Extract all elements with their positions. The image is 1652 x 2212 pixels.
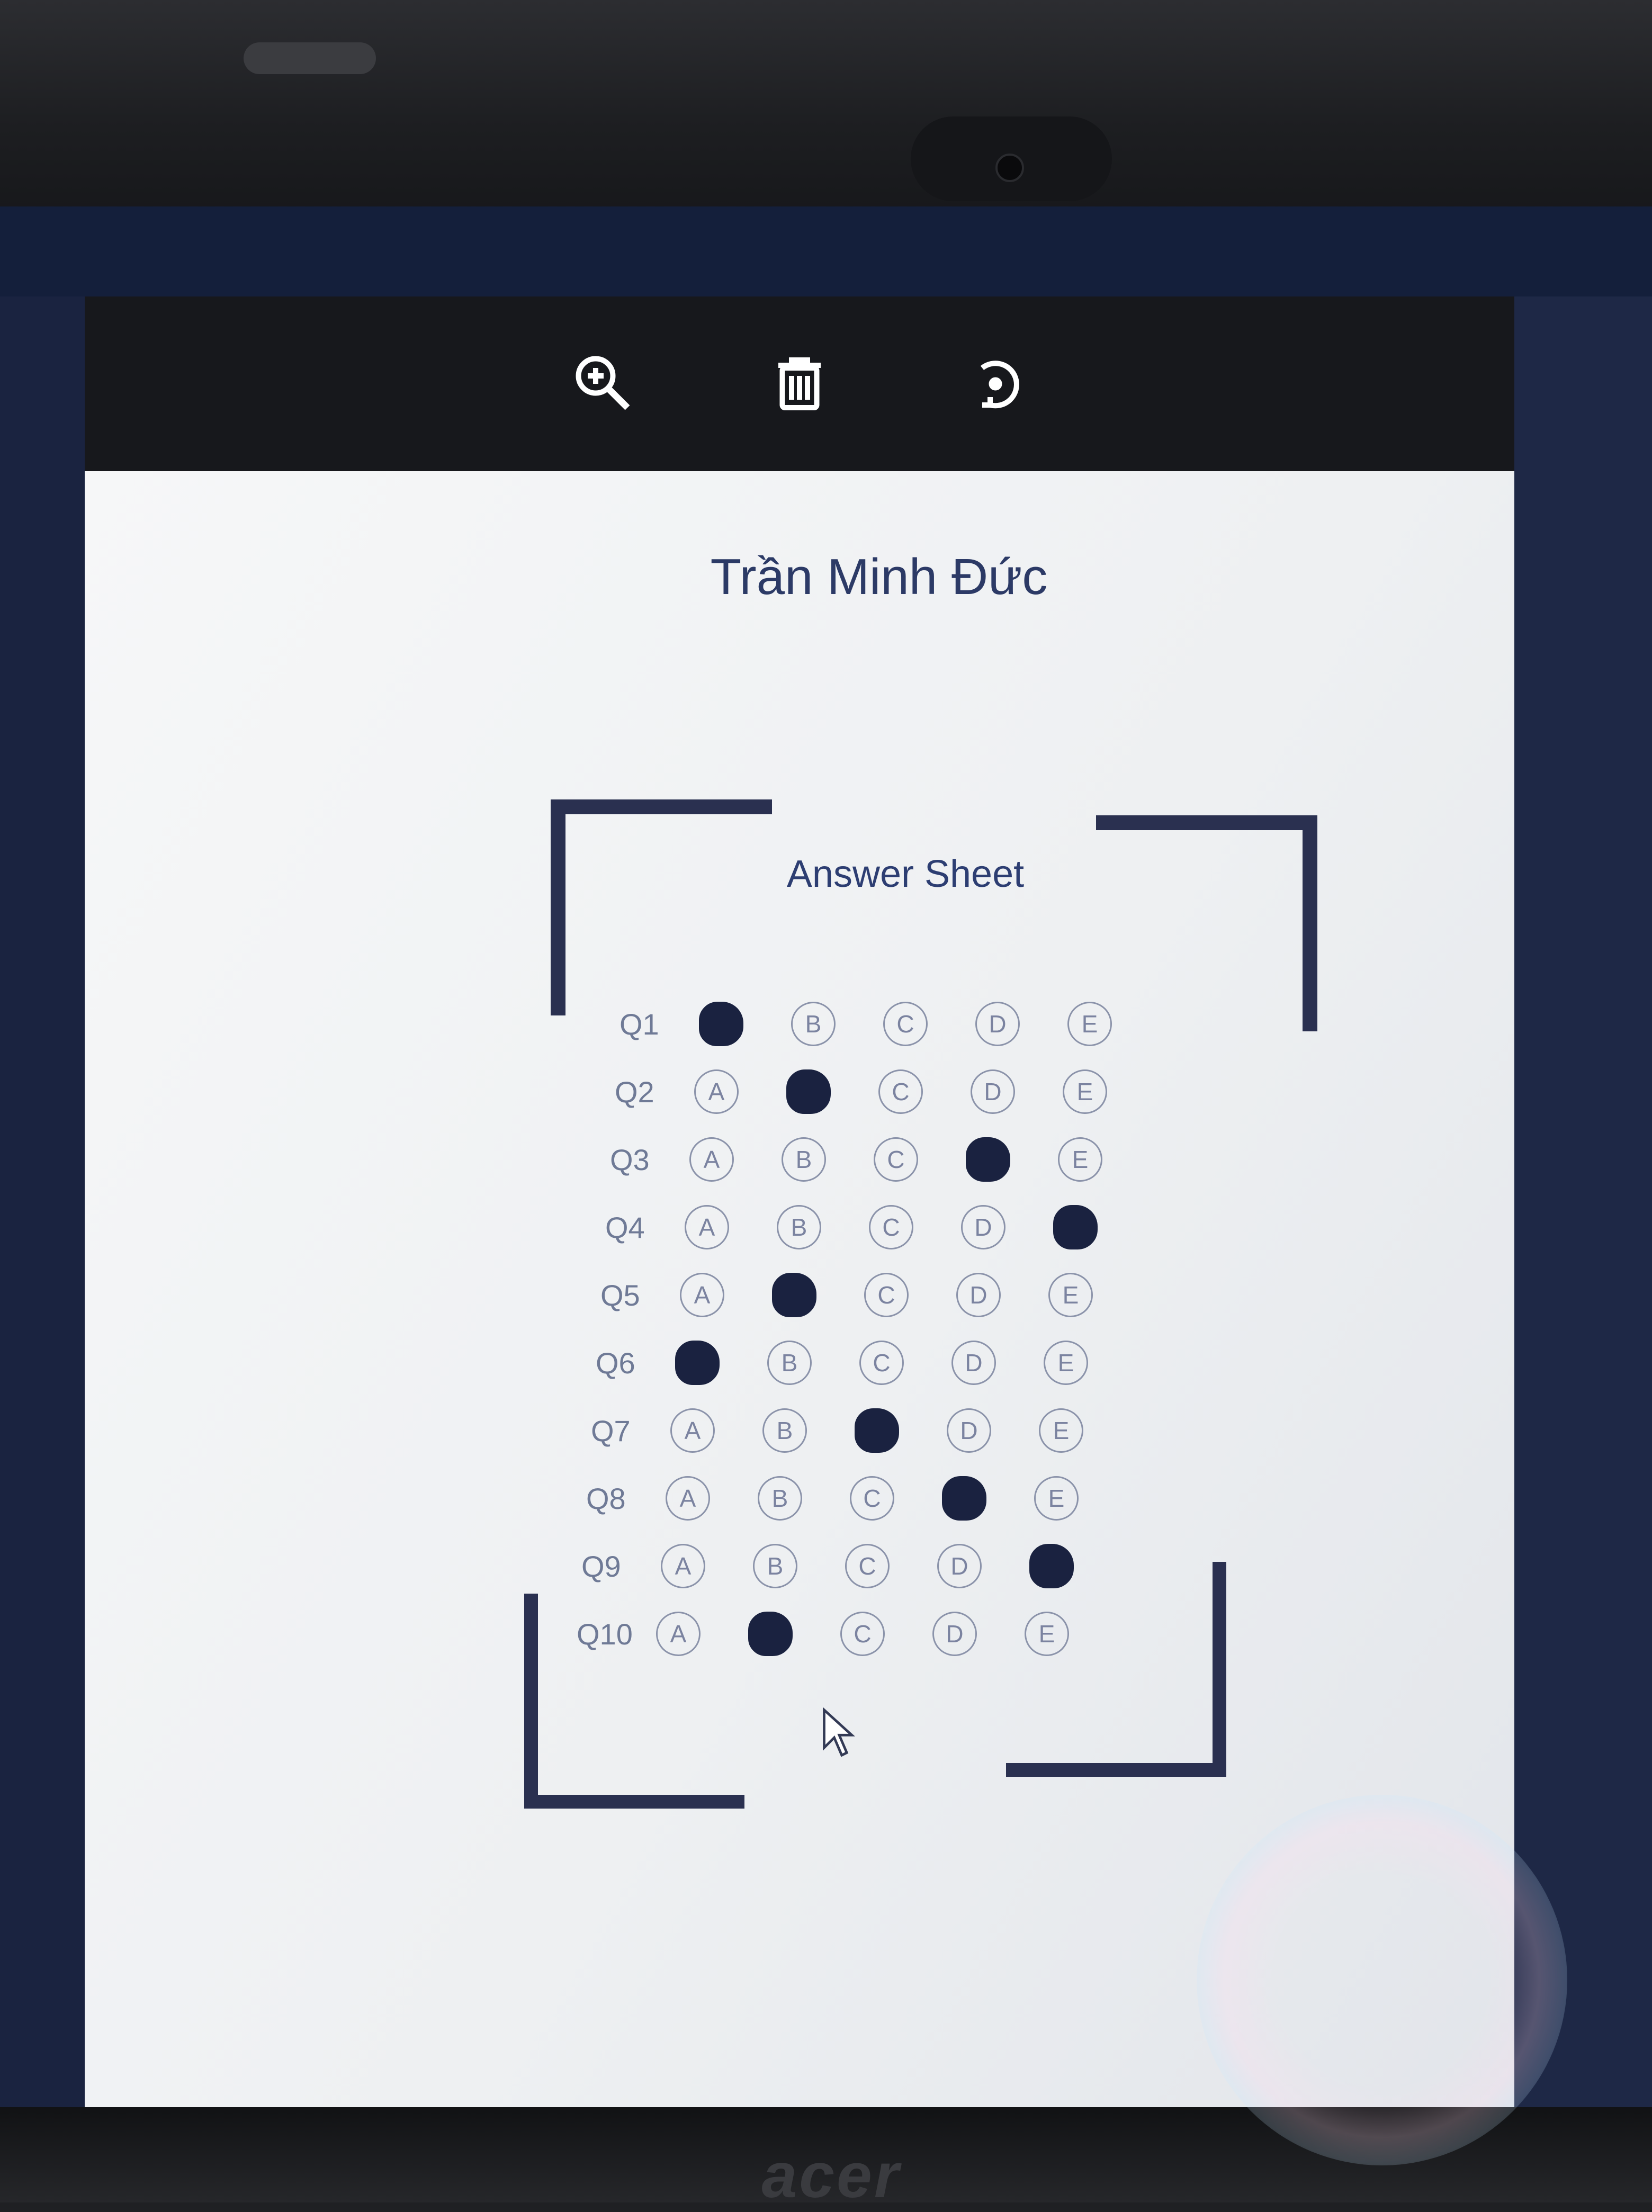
answer-bubble-a[interactable]: A — [666, 1476, 710, 1521]
question-row: Q3 A B C D E — [610, 1126, 1223, 1193]
question-label: Q1 — [620, 1007, 659, 1041]
zoom-in-button[interactable] — [567, 347, 641, 421]
answer-bubble-c[interactable]: C — [840, 1612, 885, 1656]
question-label: Q10 — [577, 1617, 633, 1651]
delete-button[interactable] — [762, 347, 837, 421]
question-row: Q9 A B C D E — [581, 1532, 1223, 1600]
scan-preview: Trần Minh Đức Answer Sheet Q1ABCDEQ2ABCD… — [85, 471, 1567, 2165]
screen-border-top — [0, 206, 1652, 296]
question-row: Q5 A B C D E — [600, 1261, 1223, 1329]
question-label: Q3 — [610, 1143, 650, 1176]
answer-bubble-c[interactable]: C — [869, 1205, 913, 1249]
answer-bubble-d[interactable]: D — [947, 1408, 991, 1453]
answer-bubble-a[interactable]: A — [656, 1612, 701, 1656]
screen-border-right — [1514, 296, 1652, 2107]
answer-bubble-b[interactable]: B — [777, 1205, 821, 1249]
answer-bubble-a[interactable]: A — [675, 1341, 720, 1385]
answer-bubble-b[interactable]: B — [782, 1137, 826, 1182]
answer-bubble-e[interactable]: E — [1067, 1002, 1112, 1046]
question-label: Q5 — [600, 1278, 640, 1312]
webcam-lens — [995, 154, 1024, 182]
question-row: Q10 A B C D E — [577, 1600, 1223, 1668]
question-label: Q4 — [605, 1210, 645, 1244]
answer-bubble-e[interactable]: E — [1063, 1069, 1107, 1114]
answer-bubble-a[interactable]: A — [694, 1069, 739, 1114]
answer-bubble-a[interactable]: A — [661, 1544, 705, 1588]
answer-bubble-b[interactable]: B — [748, 1612, 793, 1656]
answer-bubble-e[interactable]: E — [1053, 1205, 1098, 1249]
answer-bubble-d[interactable]: D — [966, 1137, 1010, 1182]
answer-bubble-d[interactable]: D — [951, 1341, 996, 1385]
answer-bubble-b[interactable]: B — [791, 1002, 836, 1046]
answer-bubble-e[interactable]: E — [1034, 1476, 1079, 1521]
answer-bubble-a[interactable]: A — [670, 1408, 715, 1453]
brand-logo: acer — [761, 2140, 901, 2211]
trash-icon — [778, 357, 821, 410]
question-label: Q9 — [581, 1549, 621, 1583]
answer-bubble-b[interactable]: B — [772, 1273, 816, 1317]
answer-grid: Q1ABCDEQ2ABCDEQ3ABCDEQ4ABCDEQ5ABCDEQ6ABC… — [577, 990, 1223, 1668]
question-row: Q1 A B C D E — [620, 990, 1223, 1058]
answer-bubble-d[interactable]: D — [937, 1544, 982, 1588]
answer-bubble-d[interactable]: D — [971, 1069, 1015, 1114]
question-label: Q6 — [596, 1346, 635, 1380]
question-row: Q8 A B C D E — [586, 1464, 1223, 1532]
image-toolbar — [85, 296, 1514, 471]
answer-bubble-b[interactable]: B — [786, 1069, 831, 1114]
answer-bubble-d[interactable]: D — [942, 1476, 986, 1521]
answer-bubble-c[interactable]: C — [855, 1408, 899, 1453]
bezel-slot — [244, 42, 376, 74]
student-name: Trần Minh Đức — [710, 548, 1048, 605]
screen-border-left — [0, 296, 85, 2107]
answer-bubble-d[interactable]: D — [932, 1612, 977, 1656]
question-row: Q7 A B C D E — [591, 1397, 1223, 1464]
answer-bubble-c[interactable]: C — [859, 1341, 904, 1385]
answer-bubble-e[interactable]: E — [1025, 1612, 1069, 1656]
answer-bubble-a[interactable]: A — [699, 1002, 743, 1046]
answer-bubble-a[interactable]: A — [680, 1273, 724, 1317]
answer-bubble-b[interactable]: B — [753, 1544, 797, 1588]
answer-bubble-d[interactable]: D — [956, 1273, 1001, 1317]
answer-bubble-e[interactable]: E — [1058, 1137, 1102, 1182]
question-row: Q2 A B C D E — [615, 1058, 1223, 1126]
question-label: Q8 — [586, 1481, 626, 1515]
screen-glare — [1197, 1795, 1567, 2165]
answer-bubble-c[interactable]: C — [845, 1544, 890, 1588]
answer-bubble-c[interactable]: C — [850, 1476, 894, 1521]
answer-bubble-a[interactable]: A — [685, 1205, 729, 1249]
frame-corner-top-left — [551, 799, 772, 1015]
answer-bubble-c[interactable]: C — [864, 1273, 909, 1317]
rotate-button[interactable] — [958, 347, 1032, 421]
answer-bubble-d[interactable]: D — [975, 1002, 1020, 1046]
question-row: Q4 A B C D E — [605, 1193, 1223, 1261]
mouse-cursor-icon — [823, 1707, 855, 1757]
answer-bubble-e[interactable]: E — [1039, 1408, 1083, 1453]
question-label: Q7 — [591, 1414, 631, 1447]
answer-bubble-b[interactable]: B — [758, 1476, 802, 1521]
answer-bubble-e[interactable]: E — [1044, 1341, 1088, 1385]
answer-bubble-a[interactable]: A — [689, 1137, 734, 1182]
answer-bubble-c[interactable]: C — [874, 1137, 918, 1182]
answer-bubble-e[interactable]: E — [1029, 1544, 1074, 1588]
answer-bubble-b[interactable]: B — [767, 1341, 812, 1385]
question-label: Q2 — [615, 1075, 654, 1109]
question-row: Q6 A B C D E — [596, 1329, 1223, 1397]
rotate-icon — [980, 361, 1019, 409]
zoom-in-icon — [576, 356, 630, 410]
answer-bubble-d[interactable]: D — [961, 1205, 1005, 1249]
laptop-bezel-top — [0, 0, 1652, 212]
answer-bubble-c[interactable]: C — [883, 1002, 928, 1046]
answer-sheet-title: Answer Sheet — [786, 853, 1025, 895]
answer-bubble-c[interactable]: C — [878, 1069, 923, 1114]
answer-bubble-e[interactable]: E — [1048, 1273, 1093, 1317]
answer-bubble-b[interactable]: B — [762, 1408, 807, 1453]
